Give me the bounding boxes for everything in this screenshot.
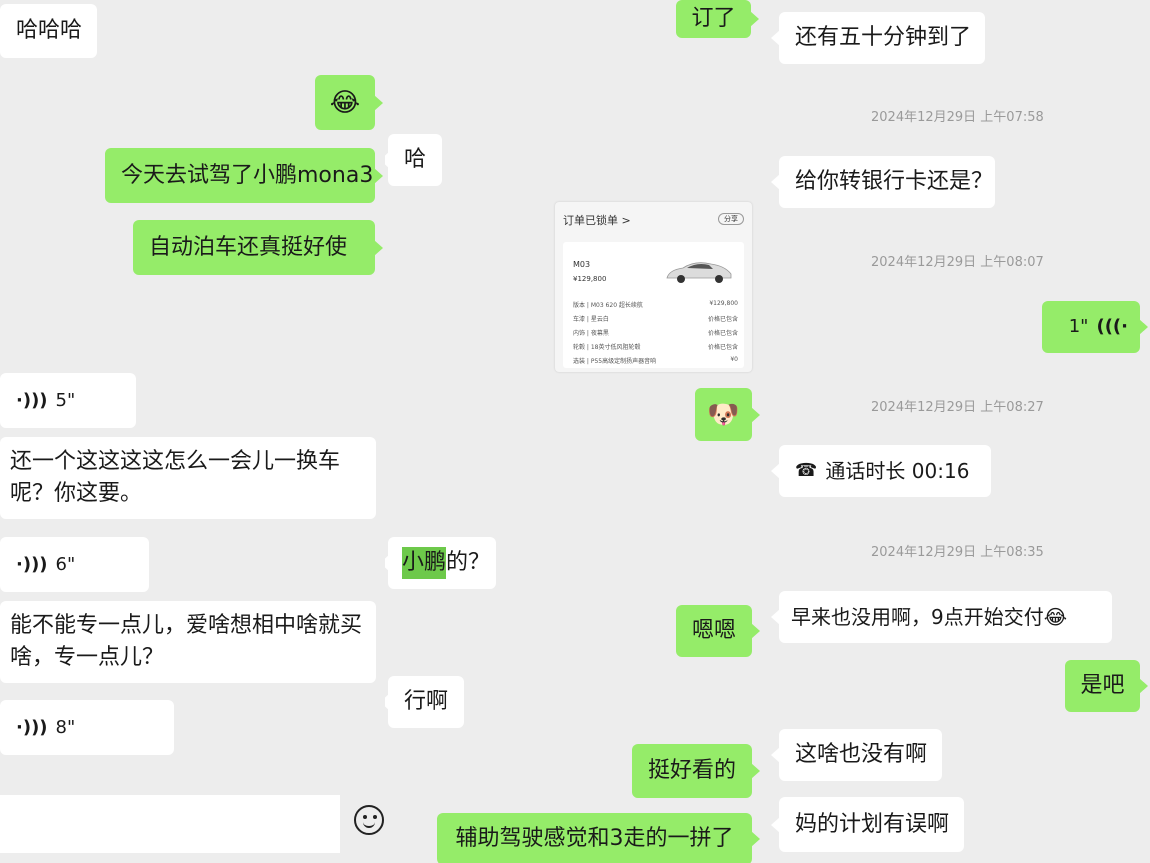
message-text: 还有五十分钟到了 (795, 25, 972, 50)
voice-duration: 1" (1068, 316, 1089, 337)
emoji-picker-icon[interactable] (354, 805, 384, 835)
car-image-icon (666, 262, 732, 283)
message-bubble[interactable]: 辅助驾驶感觉和3走的一拼了 (437, 813, 760, 863)
message-text: 嗯嗯 (691, 618, 736, 643)
message-text: 是吧 (1080, 673, 1125, 698)
call-duration: 通话时长 00:16 (825, 459, 970, 483)
message-bubble[interactable]: 能不能专一点儿，爱啥想相中啥就买啥，专一点儿？ (0, 601, 376, 683)
message-bubble[interactable]: 早来也没用啊，9点开始交付😂 (771, 591, 1112, 643)
voice-wave-icon: ·))) (16, 716, 48, 738)
voice-wave-icon: (((· (1096, 316, 1128, 337)
voice-message[interactable]: ·))) 8" (0, 700, 174, 755)
message-bubble[interactable]: 嗯嗯 (676, 605, 760, 657)
call-record[interactable]: ☎ 通话时长 00:16 (771, 445, 991, 497)
message-text: 妈的计划有误啊 (795, 811, 950, 837)
order-spec-row: 内饰 | 夜幕黑 价格已包含 (573, 328, 738, 337)
voice-duration: 6" (55, 553, 76, 575)
highlighted-text: 小鹏 (402, 547, 447, 579)
message-bubble[interactable]: 挺好看的 (632, 744, 760, 798)
message-text: 哈 (403, 147, 426, 172)
message-bubble[interactable]: 还有五十分钟到了 (771, 12, 985, 64)
message-bubble[interactable]: 这啥也没有啊 (771, 729, 942, 781)
chat-panel-middle: 哈 小鹏 的？ 行啊 订了 订单已锁单 > 分享 M03 ¥129,800 版本 … (385, 0, 771, 863)
message-bubble[interactable]: 行啊 (385, 676, 464, 728)
order-spec-row: 车漆 | 星云白 价格已包含 (573, 314, 738, 323)
emoji-message[interactable]: 😂 (315, 75, 383, 130)
chat-panel-left: 哈哈哈 😂 今天去试驾了小鹏mona3 自动泊车还真挺好使 ·))) 5" 还一… (0, 0, 385, 863)
car-price: ¥129,800 (573, 275, 607, 283)
spec-label: 轮毂 | 18英寸低风阻轮毂 (573, 344, 641, 351)
chat-panel-right: 还有五十分钟到了 2024年12月29日 上午07:58 给你转银行卡还是？ 2… (771, 0, 1150, 863)
voice-wave-icon: ·))) (16, 553, 48, 575)
message-text: 早来也没用啊，9点开始交付😂 (791, 605, 1068, 629)
spec-label: 版本 | M03 620 超长续航 (573, 302, 643, 309)
spec-label: 选装 | P55高级定制扬声器音响 (573, 358, 657, 365)
message-bubble[interactable]: 小鹏 的？ (385, 537, 496, 589)
spec-value: ¥0 (730, 356, 738, 363)
doge-emoji-icon: 🐶 (707, 399, 740, 430)
message-text: 给你转银行卡还是？ (795, 169, 994, 194)
voice-duration: 8" (55, 716, 76, 738)
message-bubble[interactable]: 哈 (385, 134, 442, 186)
spec-label: 车漆 | 星云白 (573, 316, 609, 323)
car-model: M03 (573, 260, 591, 269)
order-spec-row: 选装 | P55高级定制扬声器音响 ¥0 (573, 356, 738, 365)
voice-message[interactable]: ·))) 6" (0, 537, 149, 592)
voice-duration: 5" (55, 389, 76, 411)
voice-message[interactable]: ·))) 5" (0, 373, 136, 428)
spec-value: 价格已包含 (707, 344, 738, 351)
message-text: 自动泊车还真挺好使 (149, 234, 348, 260)
message-bubble[interactable]: 订了 (676, 0, 759, 38)
order-card-body: M03 ¥129,800 版本 | M03 620 超长续航 ¥129,800 车漆… (563, 242, 744, 368)
message-text: 行啊 (403, 689, 448, 714)
order-card[interactable]: 订单已锁单 > 分享 M03 ¥129,800 版本 | M03 620 超长续… (555, 202, 752, 372)
share-button[interactable]: 分享 (718, 213, 744, 225)
message-text: 还一个这这这这怎么一会儿一换车呢？你这要。 (10, 449, 341, 506)
message-text: 能不能专一点儿，爱啥想相中啥就买啥，专一点儿？ (10, 613, 363, 670)
spec-label: 内饰 | 夜幕黑 (573, 330, 609, 337)
timestamp: 2024年12月29日 上午08:07 (871, 255, 1044, 270)
spec-value: 价格已包含 (707, 316, 738, 323)
message-input[interactable] (0, 795, 340, 853)
laughing-emoji-icon: 😂 (329, 87, 361, 118)
message-text: 这啥也没有啊 (795, 742, 928, 767)
message-bubble[interactable]: 妈的计划有误啊 (771, 797, 964, 852)
message-text: 哈哈哈 (16, 18, 83, 43)
message-bubble[interactable]: 是吧 (1065, 660, 1148, 712)
message-bubble[interactable]: 自动泊车还真挺好使 (133, 220, 383, 275)
message-text: 挺好看的 (647, 758, 736, 783)
message-bubble[interactable]: 还一个这这这这怎么一会儿一换车呢？你这要。 (0, 437, 376, 519)
message-bubble[interactable]: 给你转银行卡还是？ (771, 156, 995, 208)
message-text: 辅助驾驶感觉和3走的一拼了 (455, 826, 734, 851)
voice-message[interactable]: 1" (((· (1042, 301, 1148, 353)
spec-value: ¥129,800 (709, 300, 738, 307)
message-bubble[interactable]: 今天去试驾了小鹏mona3 (105, 148, 383, 203)
order-card-title: 订单已锁单 > (563, 214, 631, 227)
timestamp: 2024年12月29日 上午08:35 (871, 545, 1044, 560)
message-text: 的？ (446, 550, 491, 575)
message-bubble[interactable]: 哈哈哈 (0, 4, 97, 58)
phone-hangup-icon: ☎ (795, 460, 818, 481)
voice-wave-icon: ·))) (16, 389, 48, 411)
timestamp: 2024年12月29日 上午07:58 (871, 110, 1044, 125)
spec-value: 价格已包含 (707, 330, 738, 337)
message-text: 今天去试驾了小鹏mona3 (121, 162, 374, 188)
order-spec-row: 轮毂 | 18英寸低风阻轮毂 价格已包含 (573, 342, 738, 351)
order-spec-row: 版本 | M03 620 超长续航 ¥129,800 (573, 300, 738, 309)
message-text: 订了 (691, 6, 736, 31)
emoji-message[interactable]: 🐶 (695, 388, 760, 441)
timestamp: 2024年12月29日 上午08:27 (871, 400, 1044, 415)
